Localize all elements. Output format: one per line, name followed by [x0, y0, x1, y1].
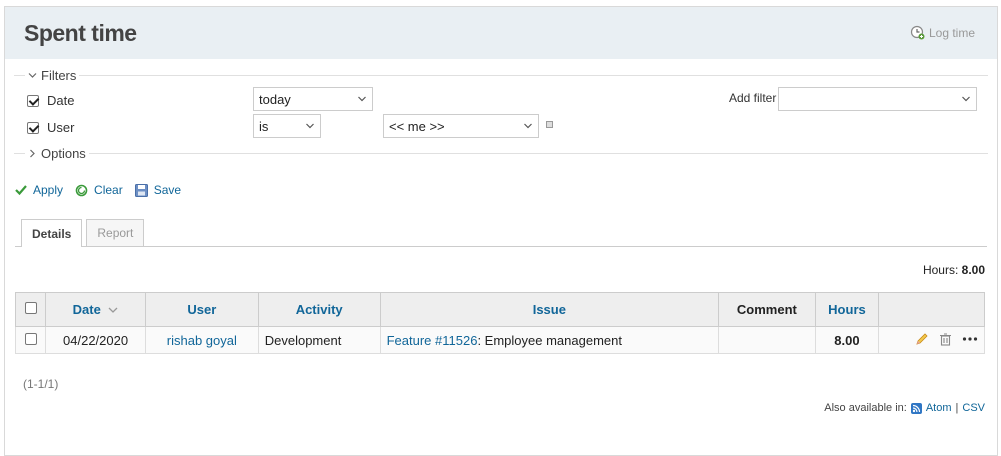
column-header-comment: Comment	[718, 292, 816, 327]
chevron-down-icon	[524, 123, 532, 129]
feed-icon	[910, 402, 922, 414]
tab-report[interactable]: Report	[86, 219, 145, 246]
column-header-user[interactable]: User	[144, 292, 259, 327]
other-formats-label: Also available in:	[824, 402, 907, 414]
cell-activity: Development	[257, 326, 381, 354]
cell-date: 04/22/2020	[45, 326, 146, 354]
date-filter-label: Date	[47, 93, 75, 108]
add-filter-label: Add filter	[729, 91, 777, 105]
select-all-checkbox[interactable]	[24, 302, 37, 314]
column-header-date-label: Date	[72, 302, 101, 317]
options-divider	[14, 153, 988, 154]
tabs-divider	[15, 246, 987, 247]
filters-legend: Filters	[41, 68, 77, 83]
cell-hours: 8.00	[814, 326, 880, 354]
table-header-row: Date User Activity Issue Comment Hours	[14, 292, 985, 327]
multi-select-toggle[interactable]	[546, 121, 553, 128]
atom-link[interactable]: Atom	[926, 402, 952, 414]
column-header-date[interactable]: Date	[45, 292, 146, 327]
view-tabs: Details Report	[21, 219, 145, 247]
save-label: Save	[153, 183, 182, 197]
clock-add-icon	[910, 25, 925, 40]
user-value: << me >>	[389, 118, 445, 134]
filters-toggle[interactable]: Filters	[25, 68, 80, 83]
main-content: Spent time Log time Filters Date today U…	[4, 6, 998, 456]
checkmark-icon	[15, 185, 27, 196]
column-header-activity[interactable]: Activity	[257, 292, 381, 327]
log-time-link[interactable]: Log time	[910, 25, 975, 40]
hours-total-label: Hours:	[922, 263, 959, 277]
filter-row-date: Date	[27, 93, 74, 108]
add-filter-select[interactable]	[778, 87, 977, 111]
user-filter-label: User	[47, 120, 75, 135]
cell-actions	[878, 326, 985, 354]
page-title: Spent time	[24, 20, 137, 46]
cell-issue: Feature #11526: Employee management	[379, 326, 720, 354]
select-all-header	[14, 292, 47, 327]
issue-subject: : Employee management	[477, 332, 622, 348]
user-filter-checkbox[interactable]	[27, 121, 39, 134]
save-icon	[134, 183, 148, 197]
date-operator-select[interactable]: today	[253, 87, 373, 111]
pagination-info: (1-1/1)	[23, 377, 59, 391]
date-filter-checkbox[interactable]	[27, 94, 39, 107]
edit-icon[interactable]	[915, 332, 929, 346]
user-operator-select[interactable]: is	[253, 114, 321, 138]
chevron-down-icon	[28, 73, 37, 78]
user-value-select[interactable]: << me >>	[383, 114, 539, 138]
apply-label: Apply	[33, 183, 64, 197]
log-time-label: Log time	[928, 25, 975, 40]
reload-icon	[75, 184, 88, 196]
filters-divider	[14, 75, 988, 76]
chevron-down-icon	[962, 96, 970, 102]
user-link[interactable]: rishab goyal	[167, 333, 237, 348]
apply-button[interactable]: Apply	[15, 183, 63, 197]
clear-button[interactable]: Clear	[75, 183, 123, 197]
row-select-cell	[14, 326, 47, 354]
options-legend: Options	[41, 146, 86, 161]
cell-comment	[718, 326, 816, 354]
column-header-issue[interactable]: Issue	[379, 292, 720, 327]
time-entries-table: Date User Activity Issue Comment Hours 0…	[14, 292, 985, 354]
issue-link[interactable]: Feature #11526	[387, 333, 478, 348]
clear-label: Clear	[94, 183, 123, 197]
save-button[interactable]: Save	[134, 183, 182, 197]
filter-row-user: User	[27, 120, 74, 135]
options-toggle[interactable]: Options	[25, 146, 89, 161]
format-separator: |	[955, 402, 959, 414]
csv-link[interactable]: CSV	[962, 402, 985, 414]
column-header-hours[interactable]: Hours	[814, 292, 880, 327]
page-header: Spent time Log time	[5, 7, 997, 59]
tab-details[interactable]: Details	[21, 219, 83, 247]
query-actions: Apply Clear Save	[15, 183, 181, 197]
table-row[interactable]: 04/22/2020 rishab goyal Development Feat…	[14, 326, 985, 354]
date-operator-value: today	[259, 91, 291, 107]
row-checkbox[interactable]	[24, 332, 37, 345]
hours-total-value: 8.00	[961, 263, 985, 277]
other-formats: Also available in: Atom | CSV	[824, 402, 985, 414]
chevron-right-icon	[30, 149, 35, 158]
user-operator-value: is	[259, 118, 269, 134]
more-actions-icon[interactable]	[962, 336, 978, 342]
hours-total: Hours: 8.00	[923, 263, 985, 277]
chevron-down-icon	[358, 96, 366, 102]
sort-desc-icon	[109, 307, 118, 313]
cell-user: rishab goyal	[144, 326, 259, 354]
column-header-actions	[878, 292, 985, 327]
chevron-down-icon	[306, 123, 314, 129]
trash-icon[interactable]	[939, 332, 952, 346]
